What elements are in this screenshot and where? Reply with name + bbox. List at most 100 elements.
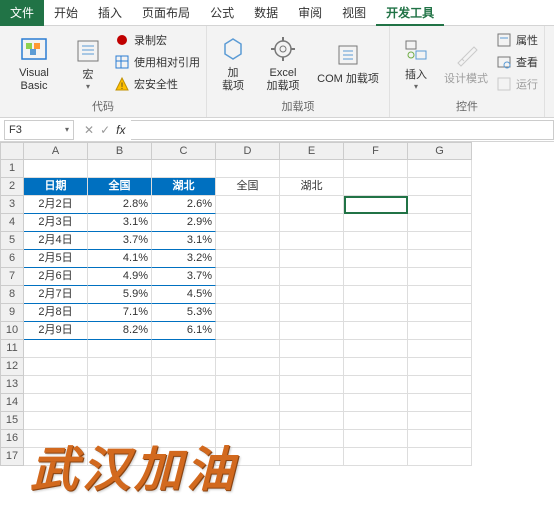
cell[interactable]: [344, 412, 408, 430]
tab-home[interactable]: 开始: [44, 0, 88, 26]
cell[interactable]: [216, 376, 280, 394]
cell[interactable]: [408, 178, 472, 196]
cell[interactable]: [216, 160, 280, 178]
cell[interactable]: [344, 376, 408, 394]
cell[interactable]: [408, 232, 472, 250]
tab-insert[interactable]: 插入: [88, 0, 132, 26]
cell[interactable]: [280, 286, 344, 304]
cell[interactable]: [408, 322, 472, 340]
cell[interactable]: [408, 268, 472, 286]
cell[interactable]: [280, 322, 344, 340]
row-header[interactable]: 2: [0, 178, 24, 196]
wordart-wuhan[interactable]: 武汉加油: [30, 430, 238, 500]
cell[interactable]: [152, 376, 216, 394]
cell[interactable]: [280, 196, 344, 214]
row-header[interactable]: 6: [0, 250, 24, 268]
col-header[interactable]: B: [88, 142, 152, 160]
col-header[interactable]: G: [408, 142, 472, 160]
com-addins-button[interactable]: COM 加载项: [313, 30, 383, 96]
cell[interactable]: 4.5%: [152, 286, 216, 304]
row-header[interactable]: 3: [0, 196, 24, 214]
cell[interactable]: 3.7%: [152, 268, 216, 286]
row-header[interactable]: 11: [0, 340, 24, 358]
cell[interactable]: [344, 286, 408, 304]
cell[interactable]: [152, 358, 216, 376]
cell[interactable]: [344, 196, 408, 214]
cell[interactable]: [408, 214, 472, 232]
cell[interactable]: [280, 340, 344, 358]
cell[interactable]: 5.9%: [88, 286, 152, 304]
relative-ref-button[interactable]: 使用相对引用: [114, 52, 200, 72]
cell[interactable]: 2.8%: [88, 196, 152, 214]
cell[interactable]: [408, 286, 472, 304]
design-mode-button[interactable]: 设计模式: [442, 30, 490, 96]
cancel-icon[interactable]: ✕: [84, 123, 94, 137]
cell[interactable]: [216, 214, 280, 232]
cell[interactable]: [88, 340, 152, 358]
cell[interactable]: [216, 322, 280, 340]
row-header[interactable]: 10: [0, 322, 24, 340]
macros-button[interactable]: 宏 ▾: [68, 30, 108, 96]
cell[interactable]: [408, 340, 472, 358]
cell[interactable]: [24, 340, 88, 358]
row-header[interactable]: 15: [0, 412, 24, 430]
properties-button[interactable]: 属性: [496, 30, 538, 50]
cell[interactable]: [344, 232, 408, 250]
cell[interactable]: 4.9%: [88, 268, 152, 286]
cell[interactable]: [344, 268, 408, 286]
tab-file[interactable]: 文件: [0, 0, 44, 26]
cell[interactable]: [24, 394, 88, 412]
cell[interactable]: [280, 268, 344, 286]
cell[interactable]: [152, 394, 216, 412]
cell[interactable]: [88, 376, 152, 394]
cell[interactable]: [216, 412, 280, 430]
cell[interactable]: [280, 250, 344, 268]
cell[interactable]: [88, 160, 152, 178]
tab-layout[interactable]: 页面布局: [132, 0, 200, 26]
macro-security-button[interactable]: !宏安全性: [114, 74, 200, 94]
cell[interactable]: 8.2%: [88, 322, 152, 340]
cell[interactable]: [152, 340, 216, 358]
cell[interactable]: [408, 358, 472, 376]
col-header[interactable]: E: [280, 142, 344, 160]
cell[interactable]: [408, 412, 472, 430]
cell[interactable]: 2月4日: [24, 232, 88, 250]
run-dialog-button[interactable]: 运行: [496, 74, 538, 94]
cell[interactable]: [344, 214, 408, 232]
cell[interactable]: [216, 394, 280, 412]
cell[interactable]: [408, 376, 472, 394]
cell[interactable]: [408, 430, 472, 448]
cell[interactable]: [280, 304, 344, 322]
cell[interactable]: [216, 286, 280, 304]
row-header[interactable]: 13: [0, 376, 24, 394]
cell[interactable]: [408, 394, 472, 412]
cell[interactable]: [280, 232, 344, 250]
cell[interactable]: [344, 178, 408, 196]
col-header[interactable]: C: [152, 142, 216, 160]
row-header[interactable]: 1: [0, 160, 24, 178]
cell[interactable]: [280, 376, 344, 394]
cell[interactable]: [344, 358, 408, 376]
cell[interactable]: 全国: [216, 178, 280, 196]
cell[interactable]: [408, 304, 472, 322]
cell[interactable]: 湖北: [152, 178, 216, 196]
cell[interactable]: 2月2日: [24, 196, 88, 214]
cell[interactable]: [216, 232, 280, 250]
row-header[interactable]: 4: [0, 214, 24, 232]
cell[interactable]: 3.1%: [152, 232, 216, 250]
row-header[interactable]: 17: [0, 448, 24, 466]
cell[interactable]: 2月5日: [24, 250, 88, 268]
cell[interactable]: [152, 160, 216, 178]
cell[interactable]: [216, 304, 280, 322]
cell[interactable]: 2月9日: [24, 322, 88, 340]
cell[interactable]: [280, 394, 344, 412]
excel-addins-button[interactable]: Excel 加载项: [259, 30, 307, 96]
cell[interactable]: [216, 358, 280, 376]
select-all-corner[interactable]: [0, 142, 24, 160]
tab-review[interactable]: 审阅: [288, 0, 332, 26]
cell[interactable]: [344, 250, 408, 268]
cell[interactable]: [344, 448, 408, 466]
cell[interactable]: [408, 448, 472, 466]
cell[interactable]: [280, 214, 344, 232]
tab-data[interactable]: 数据: [244, 0, 288, 26]
